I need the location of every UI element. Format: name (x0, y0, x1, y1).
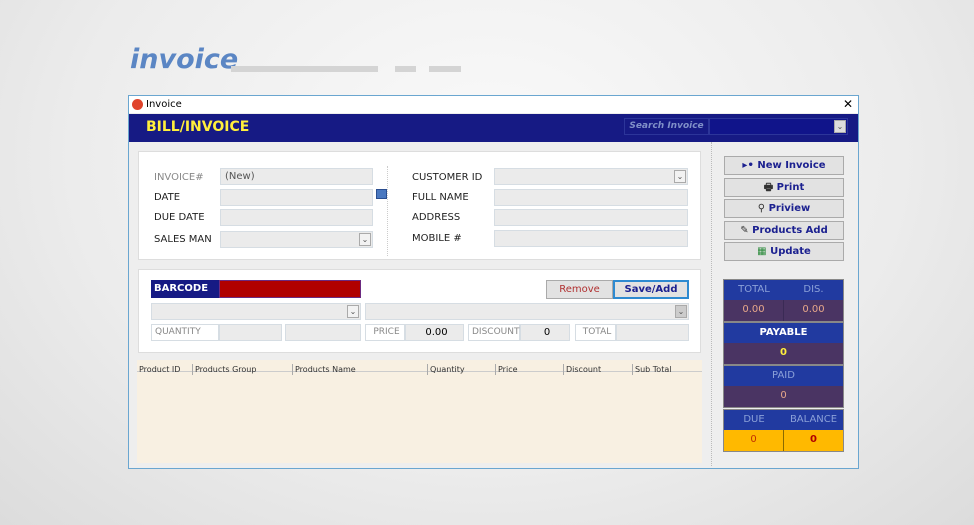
column-header[interactable]: Sub Total (632, 364, 671, 375)
decor-bar (395, 66, 416, 72)
discount-field[interactable]: 0 (520, 324, 570, 341)
date-field[interactable] (220, 189, 373, 206)
chevron-down-icon[interactable]: ⌄ (834, 120, 846, 133)
chevron-down-icon[interactable]: ⌄ (675, 305, 687, 318)
sales-man-label: SALES MAN (154, 234, 212, 245)
window-title: Invoice (146, 99, 182, 110)
decor-bar (429, 66, 461, 72)
balance-value: 0 (784, 430, 843, 451)
customer-id-select[interactable]: ⌄ (494, 168, 688, 185)
discount-summary-label: DIS. (784, 280, 843, 300)
header-bar: BILL/INVOICE Search Invoice ⌄ (129, 114, 858, 142)
mobile-label: MOBILE # (412, 233, 462, 244)
decor-bar (231, 66, 378, 72)
mobile-field[interactable] (494, 230, 688, 247)
close-icon[interactable]: ✕ (843, 97, 853, 111)
discount-summary-value: 0.00 (784, 300, 843, 321)
full-name-field[interactable] (494, 189, 688, 206)
customer-id-label: CUSTOMER ID (412, 172, 483, 183)
total-summary: TOTAL DIS. 0.00 0.00 (723, 279, 844, 322)
unit-field[interactable] (285, 324, 361, 341)
paid-label: PAID (724, 366, 843, 386)
due-value: 0 (724, 430, 784, 451)
due-date-label: DUE DATE (154, 212, 205, 223)
column-header[interactable]: Products Group (192, 364, 256, 375)
invoice-number-label: INVOICE# (154, 172, 204, 183)
address-label: ADDRESS (412, 212, 461, 223)
sales-man-select[interactable]: ⌄ (220, 231, 373, 248)
price-field[interactable]: 0.00 (405, 324, 464, 341)
payable-summary: PAYABLE 0 (723, 322, 844, 365)
chevron-down-icon[interactable]: ⌄ (674, 170, 686, 183)
pencil-icon: ✎ (740, 225, 753, 236)
spreadsheet-icon: ▦ (757, 246, 771, 257)
quantity-label: QUANTITY (151, 324, 219, 341)
invoice-number-field[interactable]: (New) (220, 168, 373, 185)
calendar-icon[interactable] (376, 189, 387, 199)
update-button[interactable]: ▦ Update (724, 242, 844, 261)
price-label: PRICE (365, 324, 405, 341)
balance-label: BALANCE (784, 410, 843, 430)
print-button[interactable]: 🖶 Print (724, 178, 844, 197)
due-balance-summary: DUE BALANCE 00 (723, 409, 844, 452)
quantity-field[interactable] (219, 324, 282, 341)
payable-value: 0 (724, 343, 843, 364)
brand-title: invoice (130, 44, 239, 75)
column-header[interactable]: Discount (563, 364, 601, 375)
due-label: DUE (724, 410, 784, 430)
app-icon (132, 99, 143, 110)
products-add-button[interactable]: ✎ Products Add (724, 221, 844, 240)
barcode-field[interactable] (219, 280, 361, 298)
payable-label: PAYABLE (724, 323, 843, 343)
grid-header: Product ID Products Group Products Name … (137, 360, 702, 375)
due-date-field[interactable] (220, 209, 373, 226)
chevron-down-icon[interactable]: ⌄ (347, 305, 359, 318)
divider (711, 142, 712, 466)
column-header[interactable]: Products Name (292, 364, 356, 375)
column-header[interactable]: Price (495, 364, 518, 375)
date-label: DATE (154, 192, 181, 203)
product-name-select[interactable]: ⌄ (365, 303, 689, 320)
full-name-label: FULL NAME (412, 192, 469, 203)
magnifier-icon: ⚲ (757, 203, 769, 214)
column-header[interactable]: Quantity (427, 364, 465, 375)
total-label: TOTAL (724, 280, 784, 300)
remove-button[interactable]: Remove (546, 280, 613, 299)
title-bar: Invoice ✕ (129, 96, 858, 113)
printer-icon: 🖶 (763, 182, 777, 193)
divider (387, 166, 388, 256)
paid-value: 0 (724, 386, 843, 407)
total-field[interactable] (616, 324, 689, 341)
search-invoice-label: Search Invoice (624, 118, 709, 135)
product-group-select[interactable]: ⌄ (151, 303, 361, 320)
products-grid[interactable]: Product ID Products Group Products Name … (137, 360, 702, 463)
address-field[interactable] (494, 209, 688, 226)
barcode-label: BARCODE (151, 280, 219, 298)
preview-button[interactable]: ⚲ Priview (724, 199, 844, 218)
new-invoice-button[interactable]: ▸• New Invoice (724, 156, 844, 175)
search-invoice-select[interactable]: ⌄ (709, 118, 848, 135)
discount-label: DISCOUNT (468, 324, 520, 341)
invoice-details-panel: INVOICE# (New) DATE DUE DATE SALES MAN ⌄… (138, 151, 701, 260)
invoice-window: Invoice ✕ BILL/INVOICE Search Invoice ⌄ … (128, 95, 859, 469)
page-title: BILL/INVOICE (146, 119, 250, 135)
save-add-button[interactable]: Save/Add (613, 280, 689, 299)
column-header[interactable]: Product ID (137, 364, 180, 375)
play-icon: ▸• (742, 160, 758, 171)
chevron-down-icon[interactable]: ⌄ (359, 233, 371, 246)
total-value: 0.00 (724, 300, 784, 321)
total-label: TOTAL (575, 324, 616, 341)
item-entry-panel: BARCODE Remove Save/Add ⌄ ⌄ QUANTITY PRI… (138, 269, 701, 353)
paid-summary: PAID 0 (723, 365, 844, 408)
